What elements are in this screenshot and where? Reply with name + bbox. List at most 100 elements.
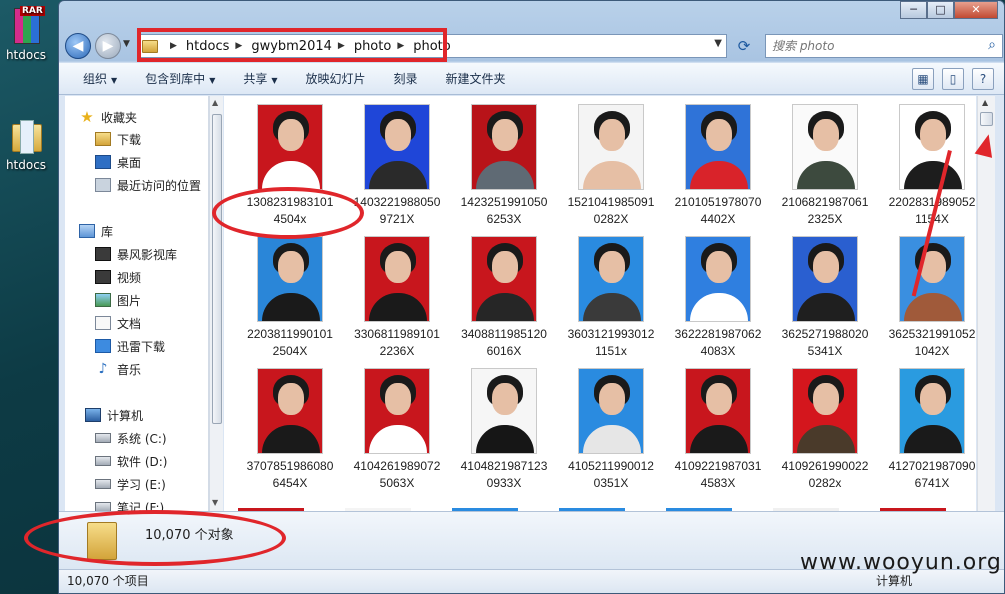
file-name: 3306811989101 2236X bbox=[354, 326, 440, 360]
file-name-line-2: 0282X bbox=[593, 212, 629, 226]
preview-pane-icon[interactable]: ▯ bbox=[942, 68, 964, 90]
video-library-icon bbox=[95, 247, 111, 261]
maximize-button[interactable]: □ bbox=[927, 1, 954, 19]
navigation-pane-scrollbar[interactable]: ▲ ▼ bbox=[209, 96, 223, 511]
file-item[interactable]: 3408811985120 6016X bbox=[452, 236, 556, 360]
file-item[interactable]: 3625321991052 1042X bbox=[880, 236, 976, 360]
file-name: 3622281987062 4083X bbox=[675, 326, 762, 360]
recent-pages-dropdown[interactable]: ▼ bbox=[123, 39, 130, 49]
nav-favorites[interactable]: ★ 收藏夹 bbox=[79, 106, 137, 128]
file-name-line-2: 4402X bbox=[700, 212, 736, 226]
photo-thumbnail bbox=[899, 236, 965, 322]
share-menu[interactable]: 共享 ▼ bbox=[243, 70, 277, 87]
file-item[interactable]: 3625271988020 5341X bbox=[773, 236, 877, 360]
scroll-down-icon[interactable]: ▼ bbox=[212, 498, 218, 507]
portrait-face bbox=[813, 251, 839, 283]
file-name-line-2: 0351X bbox=[593, 476, 629, 490]
close-button[interactable]: ✕ bbox=[954, 1, 998, 19]
include-in-library-label: 包含到库中 bbox=[145, 72, 206, 86]
file-item[interactable]: 4127021987090 6741X bbox=[880, 368, 976, 492]
nav-libraries[interactable]: 库 bbox=[79, 220, 113, 242]
back-button[interactable]: ◀ bbox=[65, 33, 91, 59]
file-item[interactable]: 4105211990012 0351X bbox=[559, 368, 663, 492]
file-name-line-2: 0282x bbox=[808, 476, 842, 490]
refresh-icon[interactable]: ⟳ bbox=[733, 35, 755, 57]
nav-computer[interactable]: 计算机 bbox=[85, 404, 143, 426]
forward-button[interactable]: ▶ bbox=[95, 33, 121, 59]
portrait-body bbox=[690, 161, 748, 189]
new-folder-button[interactable]: 新建文件夹 bbox=[446, 70, 506, 87]
file-item[interactable]: 3306811989101 2236X bbox=[345, 236, 449, 360]
recent-places-icon bbox=[95, 178, 111, 192]
nav-item-recent-places[interactable]: 最近访问的位置 bbox=[95, 174, 201, 196]
slideshow-button[interactable]: 放映幻灯片 bbox=[306, 70, 366, 87]
file-name-line-2: 0933X bbox=[486, 476, 522, 490]
file-name-line-2: 5063X bbox=[379, 476, 415, 490]
libraries-icon bbox=[79, 224, 95, 238]
desktop-icon-winrar[interactable]: RAR htdocs bbox=[2, 6, 50, 62]
nav-label: 软件 (D:) bbox=[117, 454, 168, 469]
nav-item-downloads[interactable]: 下载 bbox=[95, 128, 141, 150]
portrait-body bbox=[797, 425, 855, 453]
portrait-body bbox=[262, 293, 320, 321]
nav-item-documents[interactable]: 文档 bbox=[95, 312, 141, 334]
burn-button[interactable]: 刻录 bbox=[394, 70, 418, 87]
view-controls: ▦ ▯ ? bbox=[912, 68, 994, 90]
search-input[interactable] bbox=[772, 39, 982, 53]
portrait-face bbox=[278, 251, 304, 283]
file-name: 3707851986080 6454X bbox=[247, 458, 334, 492]
file-item[interactable]: 4109221987031 4583X bbox=[666, 368, 770, 492]
file-item[interactable]: 3603121993012 1151x bbox=[559, 236, 663, 360]
nav-item-pictures[interactable]: 图片 bbox=[95, 289, 141, 311]
file-item[interactable]: 3707851986080 6454X bbox=[238, 368, 342, 492]
file-item[interactable]: 1423251991050 6253X bbox=[452, 104, 556, 228]
file-item[interactable]: 2101051978070 4402X bbox=[666, 104, 770, 228]
file-item[interactable]: 4109261990022 0282x bbox=[773, 368, 877, 492]
organize-menu[interactable]: 组织 ▼ bbox=[83, 70, 117, 87]
folder-icon bbox=[6, 116, 46, 156]
pictures-icon bbox=[95, 293, 111, 307]
portrait-face bbox=[492, 251, 518, 283]
desktop-icon-folder[interactable]: htdocs bbox=[2, 116, 50, 172]
search-box[interactable]: ⌕ bbox=[765, 34, 1003, 58]
minimize-button[interactable]: ─ bbox=[900, 1, 927, 19]
portrait-face bbox=[385, 251, 411, 283]
nav-item-thunder-downloads[interactable]: 迅雷下载 bbox=[95, 335, 165, 357]
nav-item-videos[interactable]: 视频 bbox=[95, 266, 141, 288]
photo-thumbnail bbox=[899, 368, 965, 454]
nav-label: 下载 bbox=[117, 132, 142, 147]
file-item[interactable]: 4104261989072 5063X bbox=[345, 368, 449, 492]
address-highlight-annotation bbox=[137, 28, 447, 62]
portrait-face bbox=[599, 251, 625, 283]
file-item[interactable]: 1521041985091 0282X bbox=[559, 104, 663, 228]
file-list-scrollbar[interactable]: ▲ bbox=[977, 96, 995, 511]
scroll-up-icon[interactable]: ▲ bbox=[212, 98, 218, 107]
include-in-library-menu[interactable]: 包含到库中 ▼ bbox=[145, 70, 215, 87]
scrollbar-thumb[interactable] bbox=[980, 112, 993, 126]
nav-item-storm-video-library[interactable]: 暴风影视库 bbox=[95, 243, 177, 265]
computer-icon bbox=[85, 408, 101, 422]
file-item[interactable]: 2106821987061 2325X bbox=[773, 104, 877, 228]
nav-item-desktop[interactable]: 桌面 bbox=[95, 151, 141, 173]
address-dropdown-icon[interactable]: ▼ bbox=[714, 38, 722, 49]
nav-item-drive-c[interactable]: 系统 (C:) bbox=[95, 427, 167, 449]
help-icon[interactable]: ? bbox=[972, 68, 994, 90]
nav-item-drive-d[interactable]: 软件 (D:) bbox=[95, 450, 167, 472]
file-item[interactable]: 3622281987062 4083X bbox=[666, 236, 770, 360]
search-icon[interactable]: ⌕ bbox=[988, 37, 996, 53]
scroll-up-icon[interactable]: ▲ bbox=[982, 98, 988, 107]
nav-label: 图片 bbox=[117, 293, 142, 308]
scrollbar-thumb[interactable] bbox=[212, 114, 222, 424]
portrait-body bbox=[369, 425, 427, 453]
nav-item-drive-e[interactable]: 学习 (E:) bbox=[95, 473, 166, 495]
file-item[interactable]: 2203811990101 2504X bbox=[238, 236, 342, 360]
file-name-line-1: 3622281987062 bbox=[674, 327, 762, 341]
nav-label: 系统 (C:) bbox=[117, 431, 167, 446]
nav-item-music[interactable]: ♪ 音乐 bbox=[95, 358, 141, 380]
file-item[interactable]: 4104821987123 0933X bbox=[452, 368, 556, 492]
change-view-icon[interactable]: ▦ bbox=[912, 68, 934, 90]
nav-item-drive-f[interactable]: 笔记 (F:) bbox=[95, 496, 164, 511]
file-name-line-1: 3408811985120 bbox=[461, 327, 547, 341]
file-item[interactable]: 22028319890521154X bbox=[880, 104, 976, 228]
photo-thumbnail bbox=[257, 236, 323, 322]
